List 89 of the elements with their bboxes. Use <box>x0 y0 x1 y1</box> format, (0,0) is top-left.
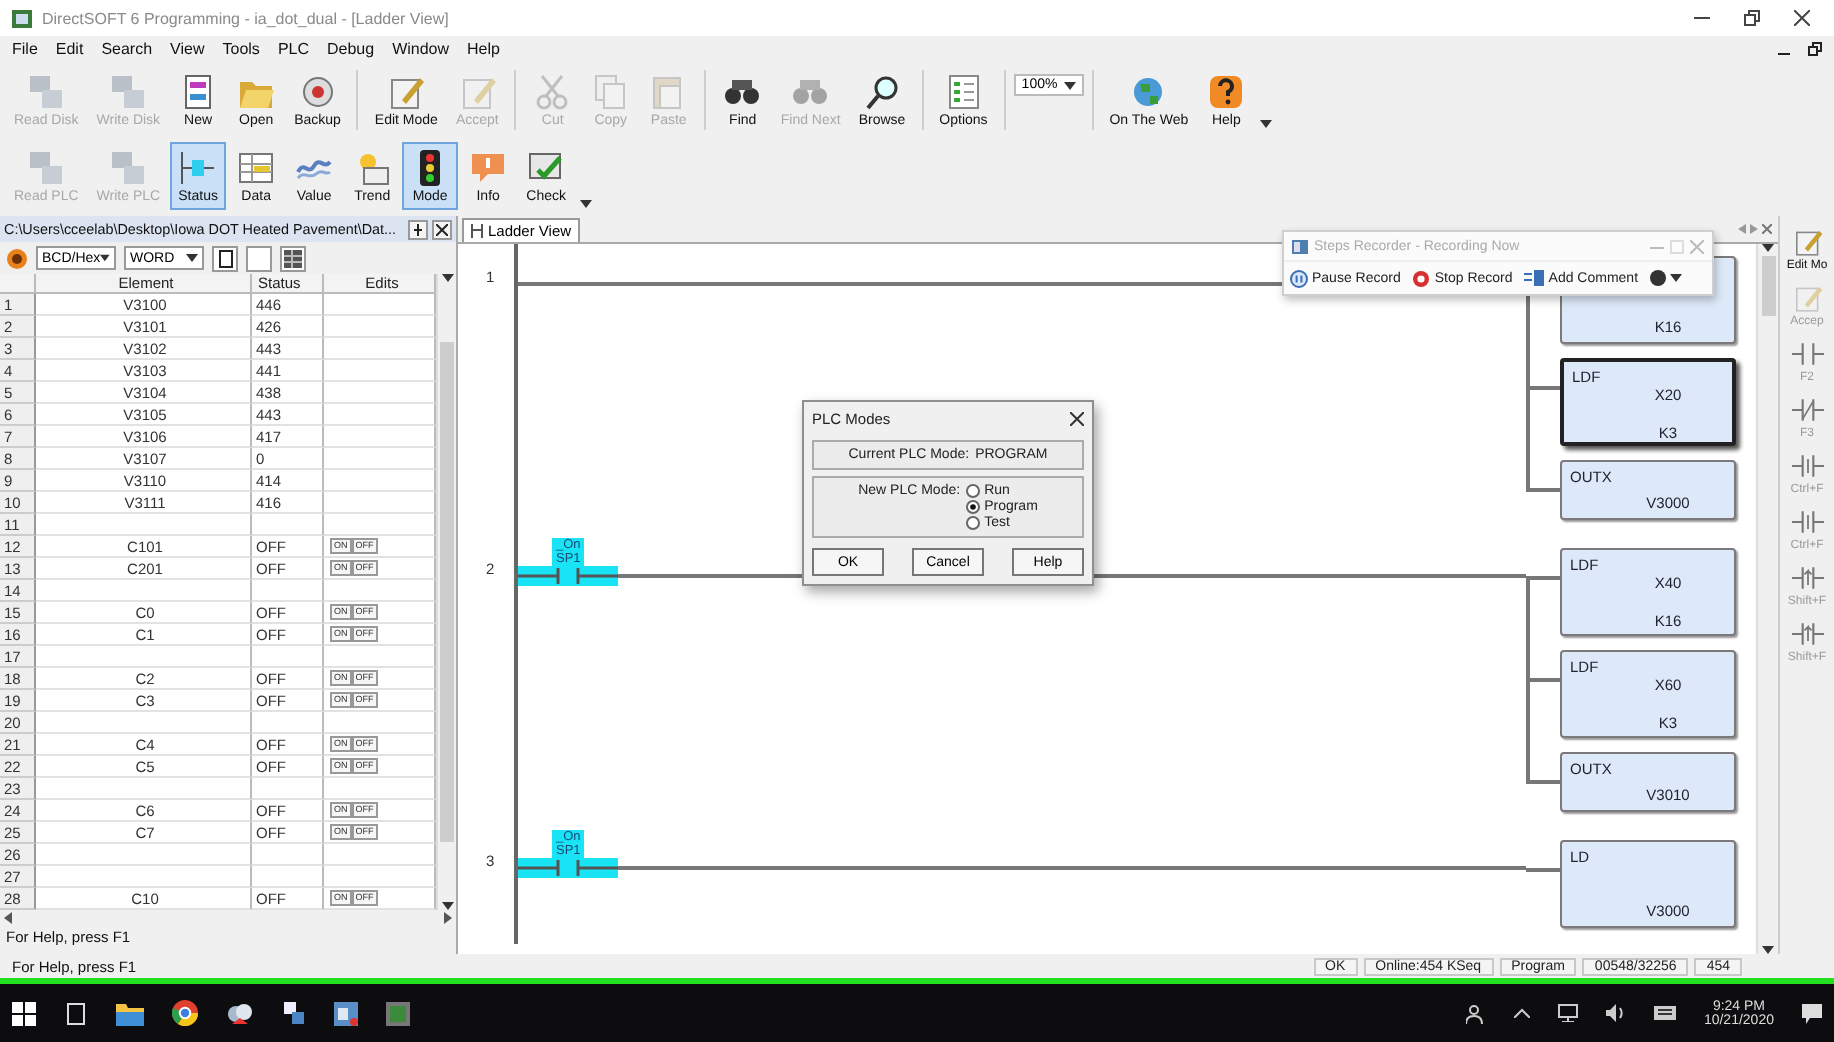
immediate-contact-icon <box>1789 450 1825 482</box>
rung-wire <box>1526 488 1560 492</box>
pause-icon <box>1290 269 1308 287</box>
rung-wire <box>1526 386 1560 390</box>
close-icon <box>1690 239 1704 253</box>
close-icon <box>436 223 448 235</box>
keyboard-icon[interactable] <box>1653 1006 1676 1020</box>
menu-item[interactable]: Help <box>467 40 500 58</box>
network-app-icon[interactable] <box>282 1000 306 1026</box>
speaker-icon[interactable] <box>1605 1004 1626 1022</box>
caret-icon <box>1260 120 1273 128</box>
chevron-up-icon[interactable] <box>1513 1008 1530 1018</box>
app-icon <box>12 9 32 27</box>
speech-bubble-icon <box>468 148 509 188</box>
empty-cell <box>252 580 324 602</box>
app-window-icon[interactable] <box>334 1001 358 1025</box>
app-icon <box>1292 239 1308 253</box>
edge-contact-icon <box>1789 562 1825 594</box>
ladder-icon <box>178 148 219 188</box>
notification-icon[interactable] <box>1802 1003 1822 1023</box>
menu-item[interactable]: Edit <box>55 40 84 58</box>
pencil-icon <box>1791 282 1823 314</box>
cloud-icon[interactable] <box>226 1001 254 1025</box>
blank-button[interactable] <box>246 245 272 271</box>
immediate-contact-icon <box>1789 506 1825 538</box>
pin-button[interactable] <box>408 219 428 239</box>
browser-icon[interactable] <box>172 1000 198 1026</box>
pin-icon <box>412 223 424 235</box>
page-icon <box>217 249 233 267</box>
table-icon <box>236 148 277 188</box>
overflow-button[interactable] <box>1256 120 1277 128</box>
restore-icon <box>1744 10 1760 26</box>
rung-wire <box>1526 780 1560 784</box>
record-icon <box>1412 269 1431 287</box>
empty-cell <box>252 844 324 866</box>
format-icon <box>6 247 28 269</box>
network-icon[interactable] <box>1557 1004 1578 1022</box>
close-icon <box>1794 10 1810 26</box>
edge-contact-icon <box>1789 618 1825 650</box>
close-icon[interactable] <box>1070 411 1084 425</box>
pencil-icon <box>1791 226 1823 258</box>
window-title: DirectSOFT 6 Programming - ia_dot_dual - [Ladder View] <box>42 9 449 27</box>
scroll-down-icon <box>1762 946 1774 954</box>
checklist-icon <box>943 71 984 111</box>
scroll-right-icon <box>444 912 452 924</box>
scissors-icon <box>532 71 573 111</box>
scroll-up-icon <box>1762 244 1774 252</box>
empty-cell <box>252 866 324 888</box>
caret-icon <box>580 200 593 208</box>
empty-cell <box>252 646 324 668</box>
question-icon <box>1206 71 1247 111</box>
maximize-icon <box>1670 239 1684 253</box>
target-icon <box>297 71 338 111</box>
grid-button[interactable] <box>280 245 306 271</box>
menu-item[interactable]: File <box>12 40 38 58</box>
menu-item[interactable]: Search <box>101 40 153 58</box>
empty-cell <box>252 712 324 734</box>
menu-item[interactable]: Debug <box>327 40 375 58</box>
menu-item[interactable]: Tools <box>222 40 260 58</box>
scroll-thumb[interactable] <box>440 342 454 842</box>
caret-icon <box>186 254 198 262</box>
menu-item[interactable]: View <box>170 40 205 58</box>
ladder-icon <box>470 224 484 238</box>
empty-cell <box>252 514 324 536</box>
menu-item[interactable]: Window <box>392 40 450 58</box>
closed-contact-icon <box>1789 394 1825 426</box>
scroll-left-icon <box>4 912 12 924</box>
folder-icon[interactable] <box>116 1001 144 1025</box>
help-button[interactable] <box>1650 270 1683 286</box>
contact-icon <box>1789 338 1825 370</box>
menu-item[interactable]: PLC <box>277 40 309 58</box>
pages-icon <box>590 71 631 111</box>
caret-icon <box>100 254 110 262</box>
empty-cell <box>252 778 324 800</box>
caret-icon <box>1670 274 1683 282</box>
overflow-button[interactable] <box>576 200 597 208</box>
grid-icon <box>284 249 302 267</box>
restore-icon[interactable] <box>1808 42 1822 56</box>
people-icon[interactable] <box>1465 1003 1486 1023</box>
scroll-up-icon <box>441 274 453 282</box>
rung-wire <box>1526 678 1560 682</box>
task-view-icon[interactable] <box>64 1001 88 1025</box>
close-button[interactable] <box>432 219 452 239</box>
comment-icon <box>1524 270 1545 286</box>
windows-logo-icon[interactable] <box>12 1001 36 1025</box>
scroll-thumb[interactable] <box>1761 256 1775 316</box>
page-button[interactable] <box>212 245 238 271</box>
magnifier-icon <box>862 71 902 111</box>
caret-icon <box>1063 81 1076 89</box>
